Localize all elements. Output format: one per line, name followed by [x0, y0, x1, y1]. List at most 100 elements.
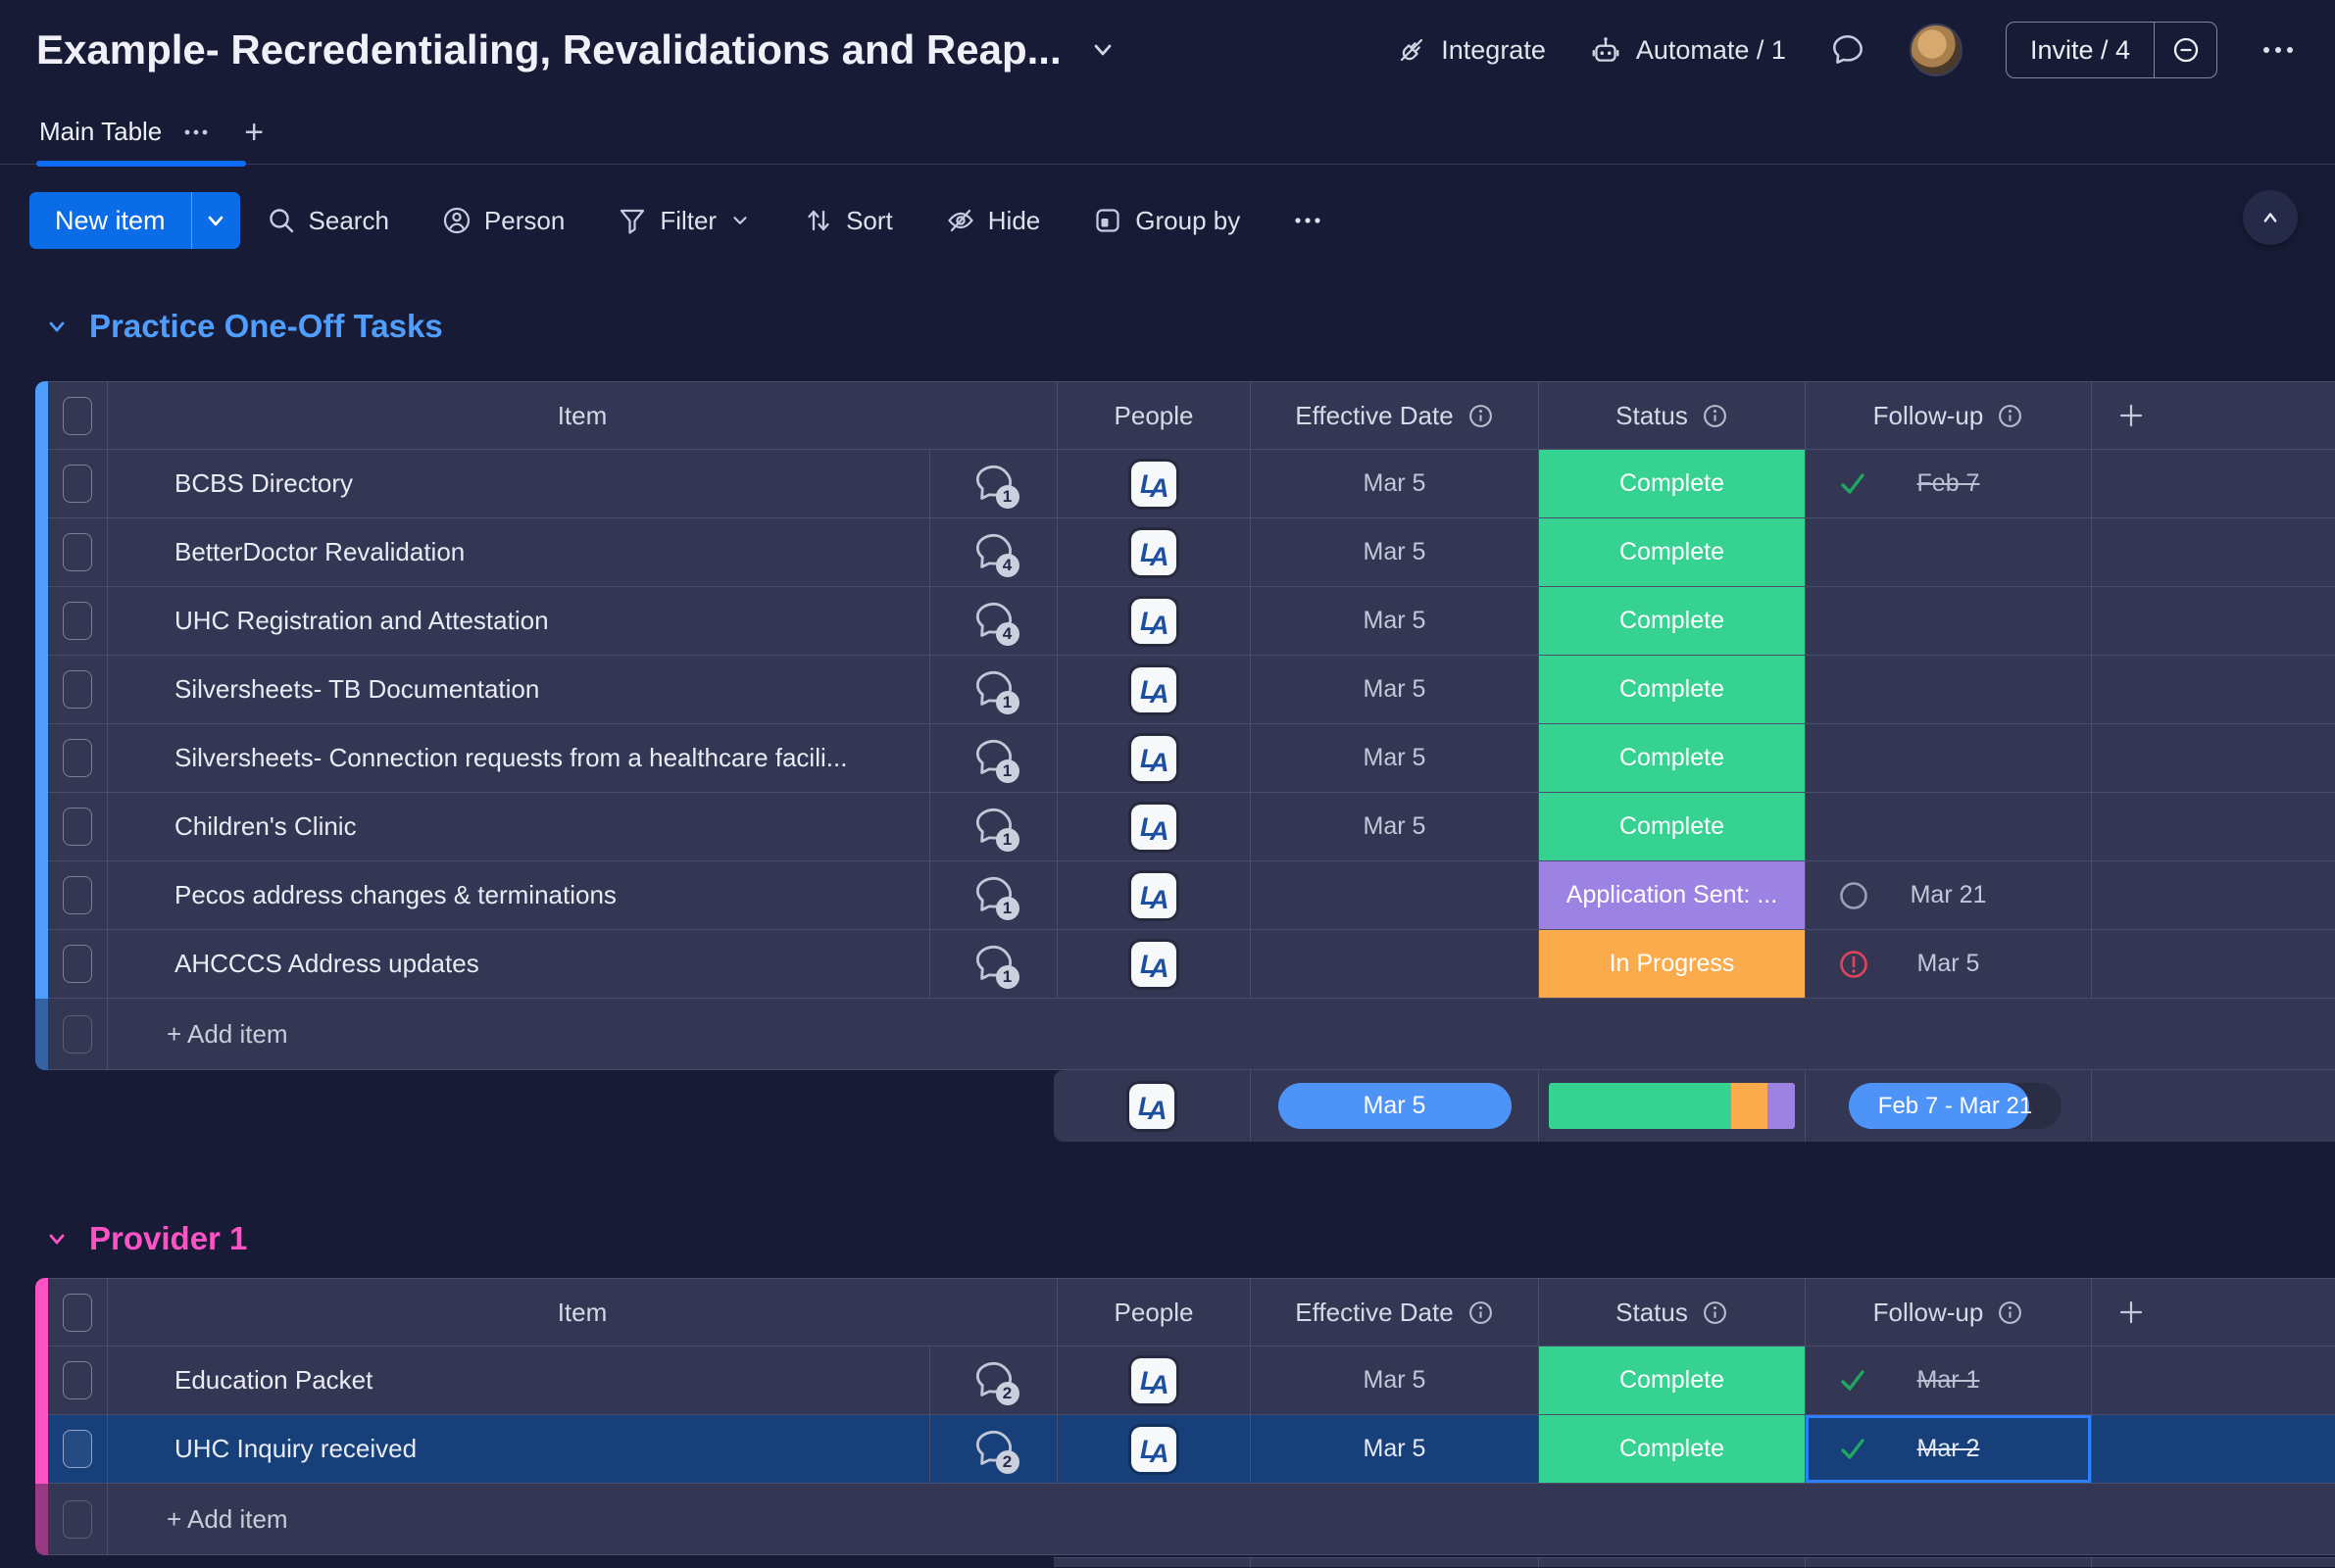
chevron-down-icon[interactable] [1087, 34, 1118, 66]
people-cell[interactable]: LA [1058, 518, 1251, 587]
alert-icon[interactable] [1837, 948, 1870, 981]
la-avatar[interactable]: LA [1131, 873, 1176, 918]
item-chat-cell[interactable]: 1 [930, 724, 1058, 793]
person-filter-button[interactable]: Person [416, 206, 591, 236]
hide-button[interactable]: Hide [919, 206, 1067, 236]
column-header-effective-date[interactable]: Effective Date [1251, 381, 1539, 450]
new-item-button[interactable]: New item [29, 192, 191, 249]
item-name-cell[interactable]: BCBS Directory [108, 450, 930, 518]
status-cell[interactable]: Complete [1539, 587, 1806, 656]
row-checkbox[interactable] [63, 465, 92, 503]
user-avatar[interactable] [1910, 24, 1962, 76]
la-avatar[interactable]: LA [1131, 805, 1176, 850]
chat-bubble-icon[interactable]: 1 [971, 806, 1017, 849]
info-icon[interactable] [1702, 1299, 1728, 1326]
search-button[interactable]: Search [240, 206, 416, 236]
effective-date-cell[interactable]: Mar 5 [1251, 450, 1539, 518]
row-checkbox[interactable] [63, 945, 92, 983]
item-name-cell[interactable]: Education Packet [108, 1347, 930, 1415]
effective-date-cell[interactable]: Mar 5 [1251, 1415, 1539, 1484]
add-item-label[interactable]: + Add item [108, 1484, 2335, 1555]
column-header-status[interactable]: Status [1539, 381, 1806, 450]
group-title[interactable]: Provider 1 [89, 1220, 247, 1257]
column-header-status[interactable]: Status [1539, 1278, 1806, 1347]
item-name-cell[interactable]: Silversheets- Connection requests from a… [108, 724, 930, 793]
group-title[interactable]: Practice One-Off Tasks [89, 308, 443, 345]
effective-date-cell[interactable]: Mar 5 [1251, 587, 1539, 656]
chat-bubble-icon[interactable]: 2 [971, 1428, 1017, 1471]
add-column-button[interactable] [2092, 381, 2335, 450]
add-item-row[interactable]: + Add item [35, 999, 2335, 1070]
board-menu-button[interactable] [2260, 44, 2296, 56]
follow-up-cell[interactable]: Mar 2 [1806, 1415, 2092, 1484]
chat-bubble-icon[interactable]: 1 [971, 943, 1017, 986]
column-header-effective-date[interactable]: Effective Date [1251, 1278, 1539, 1347]
distribution-segment[interactable] [1767, 1083, 1795, 1129]
item-chat-cell[interactable]: 1 [930, 861, 1058, 930]
add-view-button[interactable]: + [244, 116, 264, 149]
item-name-cell[interactable]: UHC Inquiry received [108, 1415, 930, 1484]
collapse-header-button[interactable] [2243, 190, 2298, 245]
integrate-button[interactable]: Integrate [1396, 34, 1546, 66]
add-item-row[interactable]: + Add item [35, 1484, 2335, 1555]
item-name-cell[interactable]: AHCCCS Address updates [108, 930, 930, 999]
status-cell[interactable]: Complete [1539, 724, 1806, 793]
effective-date-cell[interactable]: Mar 5 [1251, 656, 1539, 724]
status-cell[interactable]: Complete [1539, 450, 1806, 518]
column-header-item[interactable]: Item [108, 1278, 1058, 1347]
follow-up-cell[interactable]: Mar 1 [1806, 1347, 2092, 1415]
row-checkbox[interactable] [63, 876, 92, 914]
sort-button[interactable]: Sort [777, 206, 919, 236]
item-chat-cell[interactable]: 1 [930, 930, 1058, 999]
chat-bubble-icon[interactable]: 1 [971, 668, 1017, 711]
item-name-cell[interactable]: Silversheets- TB Documentation [108, 656, 930, 724]
people-cell[interactable]: LA [1058, 930, 1251, 999]
checkbox[interactable] [63, 397, 92, 435]
row-checkbox[interactable] [63, 1430, 92, 1468]
info-icon[interactable] [1997, 1299, 2023, 1326]
item-chat-cell[interactable]: 1 [930, 793, 1058, 861]
effective-date-cell[interactable]: Mar 5 [1251, 518, 1539, 587]
follow-up-cell[interactable]: Feb 7 [1806, 450, 2092, 518]
status-cell[interactable]: In Progress [1539, 930, 1806, 999]
status-cell[interactable]: Application Sent: ... [1539, 861, 1806, 930]
check-icon[interactable] [1837, 1365, 1868, 1396]
people-cell[interactable]: LA [1058, 1415, 1251, 1484]
la-avatar[interactable]: LA [1131, 462, 1176, 507]
chevron-down-icon[interactable] [729, 210, 751, 231]
filter-button[interactable]: Filter [591, 206, 777, 236]
info-icon[interactable] [1997, 403, 2023, 429]
la-avatar[interactable]: LA [1129, 1084, 1174, 1129]
check-icon[interactable] [1837, 1434, 1868, 1465]
checkbox[interactable] [63, 1294, 92, 1332]
la-avatar[interactable]: LA [1131, 942, 1176, 987]
status-cell[interactable]: Complete [1539, 656, 1806, 724]
group-by-button[interactable]: Group by [1067, 206, 1267, 236]
follow-up-cell[interactable]: Mar 21 [1806, 861, 2092, 930]
follow-up-cell[interactable] [1806, 518, 2092, 587]
people-cell[interactable]: LA [1058, 656, 1251, 724]
follow-up-cell[interactable] [1806, 587, 2092, 656]
status-cell[interactable]: Complete [1539, 1347, 1806, 1415]
la-avatar[interactable]: LA [1131, 1427, 1176, 1472]
item-chat-cell[interactable]: 4 [930, 518, 1058, 587]
group-collapse-chevron-icon[interactable] [44, 314, 70, 339]
automate-button[interactable]: Automate / 1 [1589, 33, 1786, 67]
effective-date-cell[interactable]: Mar 5 [1251, 1347, 1539, 1415]
status-distribution-bar[interactable] [1549, 1083, 1795, 1129]
info-icon[interactable] [1467, 1299, 1494, 1326]
select-all-checkbox-cell[interactable] [48, 381, 108, 450]
row-checkbox[interactable] [63, 808, 92, 846]
chat-bubble-icon[interactable]: 1 [971, 463, 1017, 506]
item-chat-cell[interactable]: 2 [930, 1415, 1058, 1484]
row-checkbox[interactable] [63, 1361, 92, 1399]
column-header-follow-up[interactable]: Follow-up [1806, 381, 2092, 450]
new-item-caret-button[interactable] [191, 192, 240, 249]
people-cell[interactable]: LA [1058, 793, 1251, 861]
row-checkbox[interactable] [63, 533, 92, 571]
item-chat-cell[interactable]: 4 [930, 587, 1058, 656]
people-cell[interactable]: LA [1058, 450, 1251, 518]
la-avatar[interactable]: LA [1131, 667, 1176, 712]
select-all-checkbox-cell[interactable] [48, 1278, 108, 1347]
distribution-segment[interactable] [1731, 1083, 1768, 1129]
